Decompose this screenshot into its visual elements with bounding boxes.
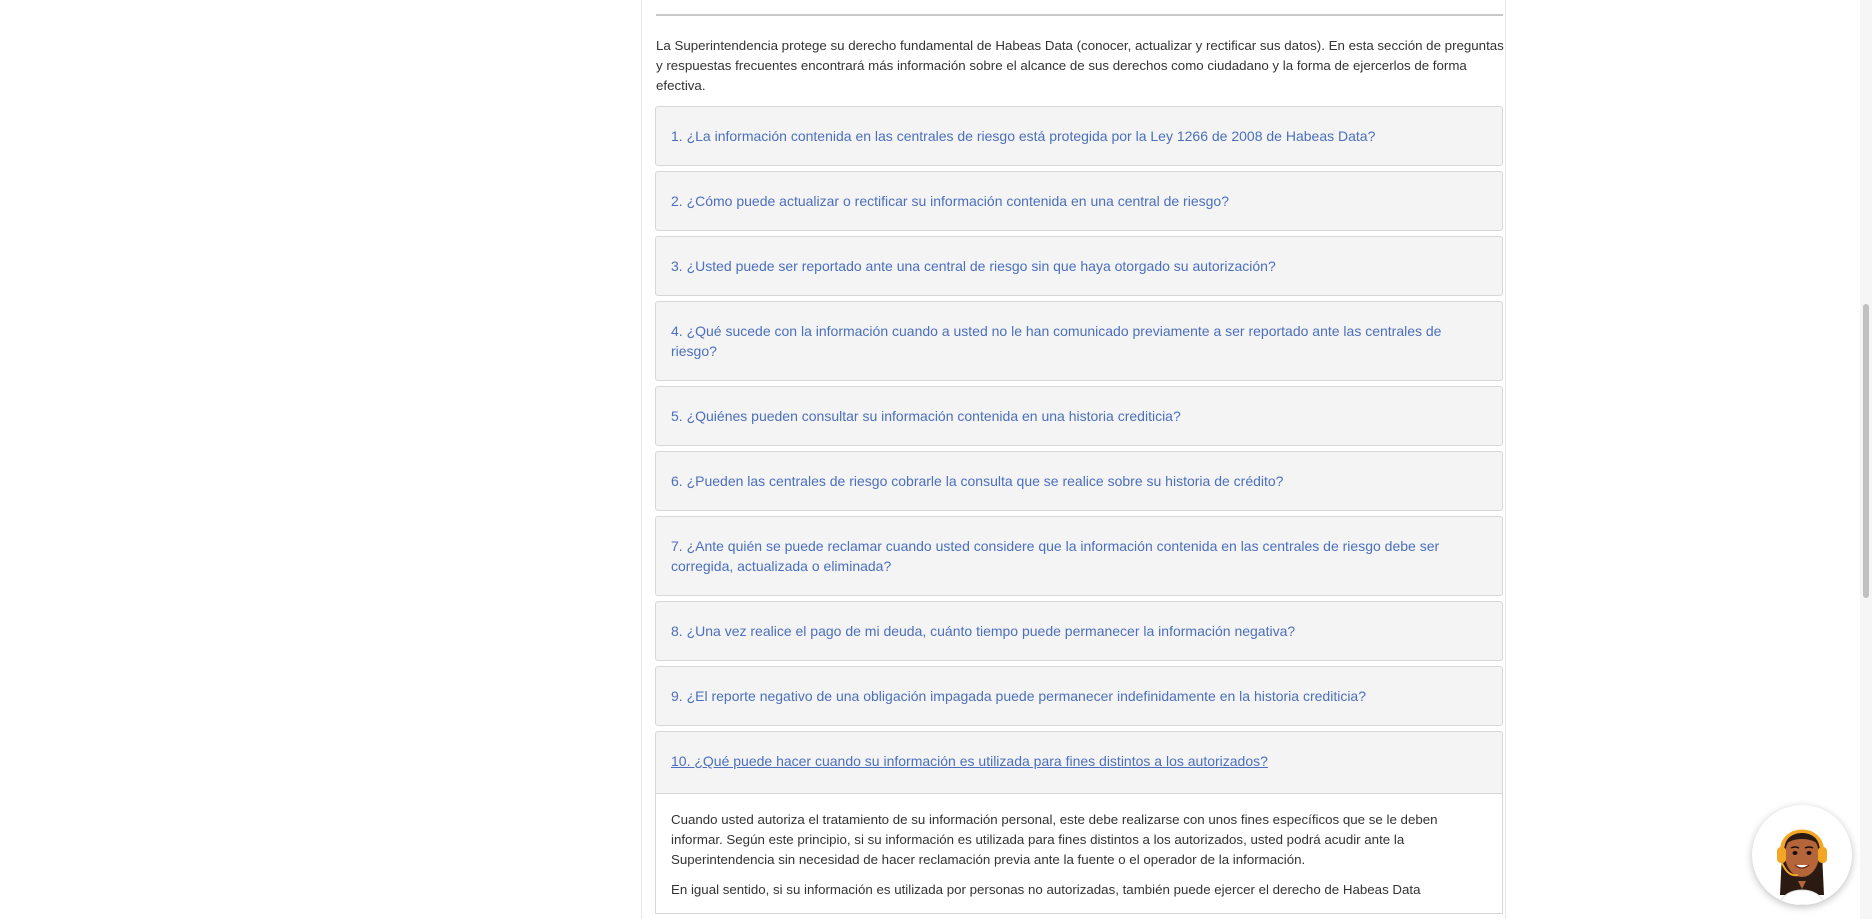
faq-item-3[interactable]: 3. ¿Usted puede ser reportado ante una c… — [655, 236, 1503, 296]
faq-item-4[interactable]: 4. ¿Qué sucede con la información cuando… — [655, 301, 1503, 381]
faq-question[interactable]: 6. ¿Pueden las centrales de riesgo cobra… — [656, 452, 1502, 510]
faq-question[interactable]: 7. ¿Ante quién se puede reclamar cuando … — [656, 517, 1502, 595]
faq-question[interactable]: 8. ¿Una vez realice el pago de mi deuda,… — [656, 602, 1502, 660]
faq-question[interactable]: 2. ¿Cómo puede actualizar o rectificar s… — [656, 172, 1502, 230]
faq-item-6[interactable]: 6. ¿Pueden las centrales de riesgo cobra… — [655, 451, 1503, 511]
faq-question[interactable]: 5. ¿Quiénes pueden consultar su informac… — [656, 387, 1502, 445]
faq-item-1[interactable]: 1. ¿La información contenida en las cent… — [655, 106, 1503, 166]
faq-item-7[interactable]: 7. ¿Ante quién se puede reclamar cuando … — [655, 516, 1503, 596]
page-scrollbar[interactable] — [1860, 0, 1872, 919]
faq-item-2[interactable]: 2. ¿Cómo puede actualizar o rectificar s… — [655, 171, 1503, 231]
faq-accordion: 1. ¿La información contenida en las cent… — [655, 106, 1503, 914]
section-divider — [656, 14, 1503, 16]
faq-item-5[interactable]: 5. ¿Quiénes pueden consultar su informac… — [655, 386, 1503, 446]
faq-question[interactable]: 1. ¿La información contenida en las cent… — [656, 107, 1502, 165]
faq-item-10[interactable]: 10. ¿Qué puede hacer cuando su informaci… — [655, 731, 1503, 794]
faq-question[interactable]: 4. ¿Qué sucede con la información cuando… — [656, 302, 1502, 380]
faq-question[interactable]: 3. ¿Usted puede ser reportado ante una c… — [656, 237, 1502, 295]
scrollbar-thumb[interactable] — [1863, 304, 1869, 598]
faq-question[interactable]: 10. ¿Qué puede hacer cuando su informaci… — [656, 732, 1502, 793]
faq-item-8[interactable]: 8. ¿Una vez realice el pago de mi deuda,… — [655, 601, 1503, 661]
answer-paragraph: En igual sentido, si su información es u… — [671, 882, 1421, 897]
assistant-avatar-icon — [1777, 829, 1827, 905]
faq-answer-panel: Cuando usted autoriza el tratamiento de … — [655, 794, 1503, 914]
answer-paragraph: Cuando usted autoriza el tratamiento de … — [671, 812, 1438, 867]
chat-assistant-button[interactable] — [1752, 805, 1852, 905]
faq-question[interactable]: 9. ¿El reporte negativo de una obligació… — [656, 667, 1502, 725]
faq-item-9[interactable]: 9. ¿El reporte negativo de una obligació… — [655, 666, 1503, 726]
intro-text: La Superintendencia protege su derecho f… — [656, 38, 1504, 93]
